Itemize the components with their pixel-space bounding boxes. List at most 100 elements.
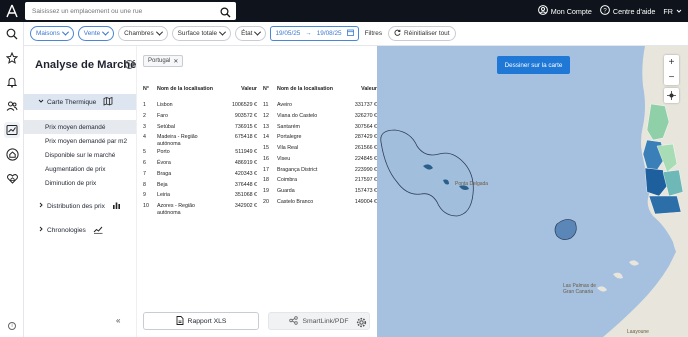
search-box[interactable]: [25, 2, 236, 20]
search-nav-icon[interactable]: [4, 26, 20, 42]
nav-item-avg-price-m2[interactable]: Prix moyen demandé par m2: [24, 134, 136, 148]
nav-item-price-decrease[interactable]: Diminution de prix: [24, 176, 136, 190]
table-row[interactable]: 15 Vila Real 261566 €: [263, 145, 377, 154]
chip-label: Surface totale: [177, 30, 218, 37]
section-label: Carte Thermique: [47, 98, 97, 106]
location-cell: Azores - Região autónoma: [157, 203, 195, 216]
search-input[interactable]: [25, 7, 215, 15]
chevron-down-icon: [61, 28, 69, 36]
table-row[interactable]: 1 Lisbon 1006529 €: [143, 102, 257, 111]
table-row[interactable]: 3 Setúbal 736915 €: [143, 124, 257, 133]
zoom-in-button[interactable]: +: [664, 55, 679, 70]
table-row[interactable]: 8 Beja 376448 €: [143, 182, 257, 191]
location-cell: Lisbon: [157, 102, 173, 108]
nav-item-label: Prix moyen demandé par m2: [45, 137, 128, 145]
compass-icon[interactable]: [664, 88, 679, 103]
account-button[interactable]: Mon Compte: [537, 5, 592, 17]
smartlink-button[interactable]: SmartLink/PDF: [268, 312, 370, 330]
nav-item-label: Diminution de prix: [45, 179, 97, 187]
nav-item-avg-price[interactable]: Prix moyen demandé: [24, 120, 136, 134]
reset-all-button[interactable]: Réinitialiser tout: [388, 26, 456, 41]
filter-chip-property-type[interactable]: Maisons: [30, 26, 74, 41]
bell-icon[interactable]: [4, 74, 20, 90]
export-xls-button[interactable]: Rapport XLS: [143, 312, 259, 330]
logo-icon[interactable]: [0, 0, 24, 22]
rank-cell: 2: [143, 112, 146, 119]
table-row[interactable]: 16 Viseu 224845 €: [263, 156, 377, 165]
map-canvas[interactable]: Ponta Delgada Las Palmas de Gran Canaria…: [377, 46, 688, 337]
nav-item-available[interactable]: Disponible sur le marché: [24, 148, 136, 162]
info-icon[interactable]: i: [8, 322, 16, 330]
draw-on-map-button[interactable]: Dessiner sur la carte: [497, 56, 570, 74]
canary-island: [629, 260, 639, 266]
location-cell: Vila Real: [277, 145, 299, 152]
value-cell: 307564 €: [354, 123, 377, 130]
azores-outline: [380, 129, 474, 217]
table-row[interactable]: 2 Faro 903572 €: [143, 113, 257, 122]
chip-label: Chambres: [124, 30, 154, 37]
ranking-table-right: N° Nom de la localisation Valeur 11 Aveir…: [263, 86, 377, 210]
value-cell: 326270 €: [354, 112, 377, 119]
table-row[interactable]: 19 Guarda 157473 €: [263, 188, 377, 197]
map-label-ponta-delgada: Ponta Delgada: [455, 181, 489, 187]
header-value: Valeur: [361, 86, 377, 92]
nav-item-label: Augmentation de prix: [45, 165, 106, 173]
filter-chip-condition[interactable]: État: [235, 26, 267, 41]
file-icon: [176, 315, 184, 327]
language-selector[interactable]: FR: [663, 7, 682, 16]
help-center-button[interactable]: ? Centre d'aide: [599, 5, 655, 17]
info-icon[interactable]: i: [125, 60, 134, 69]
close-icon[interactable]: ✕: [173, 58, 178, 65]
nav-section-price-distribution[interactable]: Distribution des prix: [24, 198, 136, 214]
gear-icon[interactable]: [356, 315, 367, 333]
filter-chip-transaction[interactable]: Vente: [77, 26, 115, 41]
table-row[interactable]: 11 Aveiro 331737 €: [263, 102, 377, 111]
collapse-panel-icon[interactable]: «: [116, 316, 120, 325]
table-row[interactable]: 12 Viana do Castelo 326270 €: [263, 113, 377, 122]
table-header: N° Nom de la localisation Valeur: [143, 86, 257, 102]
house-icon[interactable]: [4, 146, 20, 162]
rank-cell: 5: [143, 149, 146, 156]
rank-cell: 11: [263, 102, 269, 108]
filters-button[interactable]: Filtres: [363, 30, 384, 37]
location-cell: Portalegre: [277, 134, 302, 141]
chevron-down-icon: [676, 7, 682, 16]
nav-section-heatmap[interactable]: Carte Thermique: [24, 94, 136, 110]
value-cell: 342902 €: [234, 203, 257, 210]
search-icon[interactable]: [220, 5, 231, 23]
table-row[interactable]: 9 Leiria 351068 €: [143, 192, 257, 201]
calendar-icon: [346, 29, 354, 38]
value-cell: 511949 €: [235, 149, 257, 156]
table-row[interactable]: 20 Castelo Branco 149004 €: [263, 199, 377, 208]
nav-section-timelines[interactable]: Chronologies: [24, 222, 136, 238]
region-tag[interactable]: Portugal ✕: [143, 55, 184, 67]
table-row[interactable]: 18 Coimbra 217597 €: [263, 177, 377, 186]
table-row[interactable]: 10 Azores - Região autónoma 342902 €: [143, 203, 257, 216]
reset-label: Réinitialiser tout: [404, 30, 450, 37]
rank-cell: 15: [263, 145, 269, 152]
table-row[interactable]: 6 Évora 486919 €: [143, 160, 257, 169]
value-cell: 486919 €: [234, 160, 257, 167]
value-cell: 157473 €: [354, 188, 377, 195]
location-cell: Bragança District: [277, 166, 318, 173]
table-row[interactable]: 7 Braga 420343 €: [143, 171, 257, 180]
table-row[interactable]: 14 Portalegre 287429 €: [263, 134, 377, 143]
table-row[interactable]: 5 Porto 511949 €: [143, 149, 257, 158]
value-cell: 736915 €: [234, 123, 257, 130]
filter-chip-surface[interactable]: Surface totale: [171, 26, 232, 41]
heart-house-icon[interactable]: [4, 170, 20, 186]
people-icon[interactable]: [4, 98, 20, 114]
filter-chip-bedrooms[interactable]: Chambres: [118, 26, 168, 41]
zoom-control: + −: [664, 55, 679, 85]
location-cell: Braga: [157, 170, 172, 177]
table-row[interactable]: 17 Bragança District 223990 €: [263, 167, 377, 176]
date-range-picker[interactable]: 19/05/25 → 19/08/25: [270, 26, 359, 41]
nav-item-price-increase[interactable]: Augmentation de prix: [24, 162, 136, 176]
location-cell: Beja: [157, 181, 168, 188]
zoom-out-button[interactable]: −: [664, 70, 679, 85]
canary-island: [613, 272, 623, 279]
table-row[interactable]: 13 Santarém 307564 €: [263, 124, 377, 133]
chart-icon[interactable]: [4, 122, 20, 138]
table-row[interactable]: 4 Madeira - Região autónoma 675418 €: [143, 134, 257, 147]
star-icon[interactable]: [4, 50, 20, 66]
